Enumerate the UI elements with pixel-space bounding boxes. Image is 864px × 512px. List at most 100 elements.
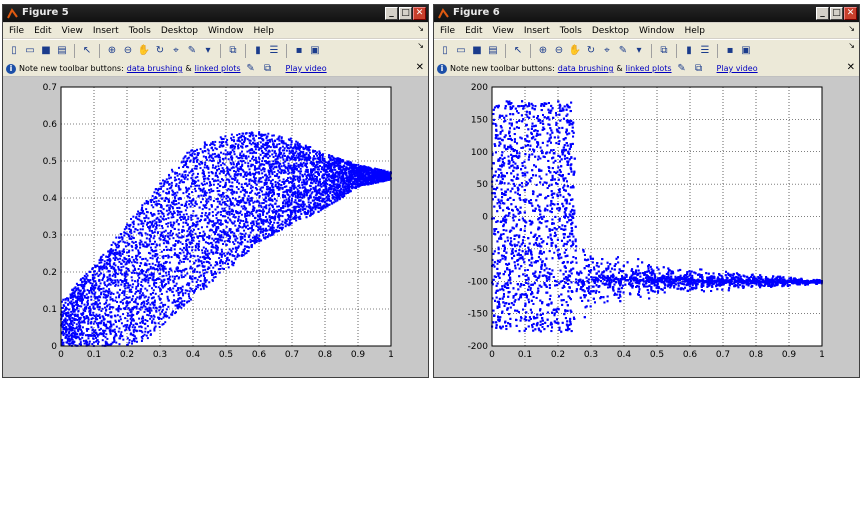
- close-icon[interactable]: ✕: [416, 62, 424, 73]
- data-brushing-link[interactable]: data brushing: [127, 64, 183, 73]
- scatter-point: [244, 252, 247, 255]
- play-video-link[interactable]: Play video: [286, 64, 327, 73]
- scatter-point: [327, 174, 330, 177]
- brush-dropdown-icon[interactable]: ▾: [201, 44, 215, 58]
- scatter-point: [112, 323, 115, 326]
- scatter-point: [255, 151, 258, 154]
- linked-plots-link[interactable]: linked plots: [195, 64, 241, 73]
- scatter-point: [109, 293, 112, 296]
- scatter-point: [149, 256, 152, 259]
- menu-tools[interactable]: Tools: [129, 26, 151, 36]
- scatter-point: [241, 253, 244, 256]
- menu-overflow-icon[interactable]: ↘: [417, 24, 424, 33]
- menu-help[interactable]: Help: [253, 26, 274, 36]
- edit-plot-icon[interactable]: ↖: [80, 44, 94, 58]
- scatter-point: [131, 286, 134, 289]
- scatter-point: [231, 181, 234, 184]
- scatter-point: [301, 175, 304, 178]
- hide-tools-icon[interactable]: ▪: [292, 44, 306, 58]
- scatter-point: [141, 206, 144, 209]
- scatter-point: [157, 322, 160, 325]
- pan-icon[interactable]: ✋: [137, 44, 151, 58]
- scatter-point: [220, 255, 223, 258]
- scatter-point: [281, 194, 284, 197]
- scatter-point: [240, 186, 243, 189]
- legend-icon[interactable]: ☰: [267, 44, 281, 58]
- scatter-point: [315, 175, 318, 178]
- open-icon[interactable]: ▭: [23, 44, 37, 58]
- scatter-point: [278, 139, 281, 142]
- zoom-in-icon[interactable]: ⊕: [105, 44, 119, 58]
- scatter-point: [160, 185, 163, 188]
- scatter-point: [209, 264, 212, 267]
- scatter-point: [117, 284, 120, 287]
- scatter-point: [278, 151, 281, 154]
- show-tools-icon[interactable]: ▣: [308, 44, 322, 58]
- scatter-point: [258, 238, 261, 241]
- menu-desktop[interactable]: Desktop: [161, 26, 198, 36]
- print-icon[interactable]: ▤: [55, 44, 69, 58]
- scatter-point: [314, 208, 317, 211]
- title-bar[interactable]: Figure 5 _ □ ✕: [3, 5, 428, 22]
- scatter-point: [126, 312, 129, 315]
- scatter-point: [146, 325, 149, 328]
- scatter-point: [146, 337, 149, 340]
- menu-view[interactable]: View: [62, 26, 83, 36]
- scatter-point: [193, 290, 196, 293]
- scatter-point: [126, 314, 129, 317]
- scatter-point: [287, 189, 290, 192]
- menu-bar: File Edit View Insert Tools Desktop Wind…: [3, 23, 428, 38]
- scatter-point: [120, 236, 123, 239]
- scatter-point: [199, 288, 202, 291]
- scatter-point: [140, 284, 143, 287]
- toolbar-overflow-icon[interactable]: ↘: [417, 41, 424, 50]
- menu-window[interactable]: Window: [208, 26, 244, 36]
- scatter-point: [261, 176, 264, 179]
- link-plot-icon[interactable]: ⧉: [226, 44, 240, 58]
- scatter-point: [179, 259, 182, 262]
- scatter-point: [345, 177, 348, 180]
- scatter-point: [160, 182, 163, 185]
- scatter-point: [200, 226, 203, 229]
- save-icon[interactable]: ■: [39, 44, 53, 58]
- scatter-point: [269, 229, 272, 232]
- data-cursor-icon[interactable]: ⌖: [169, 44, 183, 58]
- scatter-point: [74, 308, 77, 311]
- scatter-point: [261, 186, 264, 189]
- scatter-point: [194, 214, 197, 217]
- scatter-point: [285, 179, 288, 182]
- scatter-point: [115, 256, 118, 259]
- colorbar-icon[interactable]: ▮: [251, 44, 265, 58]
- scatter-point: [243, 229, 246, 232]
- scatter-point: [97, 303, 100, 306]
- scatter-point: [136, 296, 139, 299]
- scatter-point: [84, 334, 87, 337]
- scatter-point: [233, 232, 236, 235]
- new-figure-icon[interactable]: ▯: [7, 44, 21, 58]
- scatter-point: [80, 278, 83, 281]
- scatter-point: [86, 301, 89, 304]
- scatter-point: [245, 214, 248, 217]
- brush-icon[interactable]: ✎: [185, 44, 199, 58]
- minimize-button[interactable]: _: [385, 7, 398, 20]
- scatter-point: [114, 279, 117, 282]
- close-button[interactable]: ✕: [413, 7, 426, 20]
- rotate-icon[interactable]: ↻: [153, 44, 167, 58]
- scatter-point: [293, 193, 296, 196]
- scatter-point: [119, 335, 122, 338]
- menu-insert[interactable]: Insert: [93, 26, 119, 36]
- menu-edit[interactable]: Edit: [34, 26, 51, 36]
- scatter-point: [175, 275, 178, 278]
- scatter-point: [93, 307, 96, 310]
- scatter-point: [198, 162, 201, 165]
- scatter-point: [224, 157, 227, 160]
- menu-file[interactable]: File: [9, 26, 24, 36]
- maximize-button[interactable]: □: [399, 7, 412, 20]
- scatter-point: [196, 278, 199, 281]
- zoom-out-icon[interactable]: ⊖: [121, 44, 135, 58]
- scatter-plot[interactable]: 0 0.1 0.2 0.3 0.4 0.5 0.6 0.7 0.8 0.9 100.10.20.30…: [3, 77, 428, 377]
- scatter-point: [86, 329, 89, 332]
- scatter-point: [235, 186, 238, 189]
- scatter-point: [218, 145, 221, 148]
- scatter-point: [105, 333, 108, 336]
